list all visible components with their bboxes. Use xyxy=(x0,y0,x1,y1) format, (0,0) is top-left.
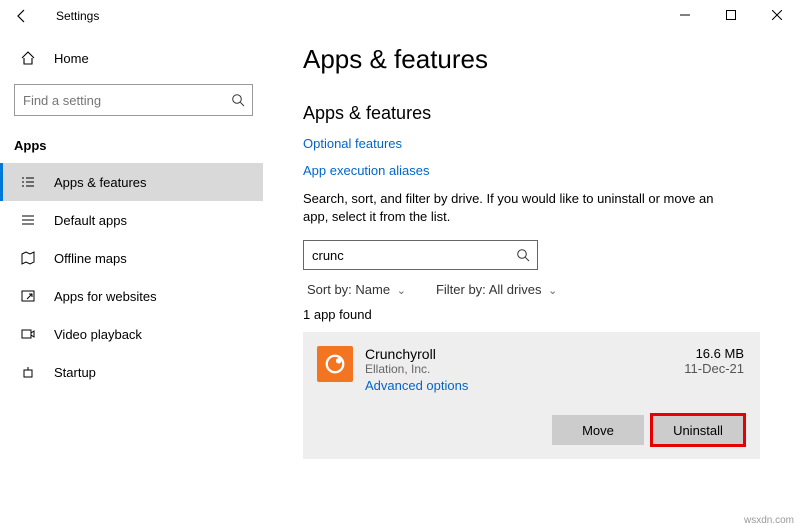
advanced-options-link[interactable]: Advanced options xyxy=(365,378,468,393)
sort-by-dropdown[interactable]: Sort by: Name ⌄ xyxy=(307,282,406,297)
home-label: Home xyxy=(54,51,89,66)
app-publisher: Ellation, Inc. xyxy=(365,362,684,376)
sidebar-item-apps-websites[interactable]: Apps for websites xyxy=(0,277,263,315)
sidebar-item-label: Default apps xyxy=(54,213,127,228)
sort-value: Name xyxy=(355,282,390,297)
minimize-icon xyxy=(680,10,690,20)
sidebar-item-label: Apps for websites xyxy=(54,289,157,304)
sidebar-item-video-playback[interactable]: Video playback xyxy=(0,315,263,353)
window-title: Settings xyxy=(56,9,99,23)
close-button[interactable] xyxy=(754,0,800,30)
sidebar-item-label: Video playback xyxy=(54,327,142,342)
titlebar: Settings xyxy=(0,0,800,32)
startup-icon xyxy=(20,364,36,380)
category-header: Apps xyxy=(0,128,263,163)
app-search[interactable] xyxy=(303,240,538,270)
sort-label: Sort by: xyxy=(307,282,352,297)
optional-features-link[interactable]: Optional features xyxy=(303,136,760,151)
default-apps-icon xyxy=(20,212,36,228)
app-size: 16.6 MB xyxy=(684,346,744,361)
video-playback-icon xyxy=(20,326,36,342)
home-icon xyxy=(20,50,36,66)
uninstall-button[interactable]: Uninstall xyxy=(652,415,744,445)
apps-websites-icon xyxy=(20,288,36,304)
maximize-icon xyxy=(726,10,736,20)
chevron-down-icon: ⌄ xyxy=(548,285,557,297)
description-text: Search, sort, and filter by drive. If yo… xyxy=(303,190,723,226)
app-search-input[interactable] xyxy=(303,240,538,270)
search-icon xyxy=(516,248,530,262)
minimize-button[interactable] xyxy=(662,0,708,30)
sidebar-item-label: Offline maps xyxy=(54,251,127,266)
crunchyroll-icon xyxy=(317,346,353,382)
filter-value: All drives xyxy=(489,282,542,297)
sidebar-nav: Apps & features Default apps Offline map… xyxy=(0,163,263,391)
offline-maps-icon xyxy=(20,250,36,266)
filters-row: Sort by: Name ⌄ Filter by: All drives ⌄ xyxy=(307,282,760,297)
app-execution-aliases-link[interactable]: App execution aliases xyxy=(303,163,760,178)
app-card[interactable]: Crunchyroll Ellation, Inc. Advanced opti… xyxy=(303,332,760,459)
close-icon xyxy=(772,10,782,20)
result-count: 1 app found xyxy=(303,307,760,322)
sidebar: Home Apps Apps & features Default apps O… xyxy=(0,32,275,526)
filter-by-dropdown[interactable]: Filter by: All drives ⌄ xyxy=(436,282,557,297)
app-name: Crunchyroll xyxy=(365,346,684,362)
sidebar-item-default-apps[interactable]: Default apps xyxy=(0,201,263,239)
find-setting-input[interactable] xyxy=(14,84,253,116)
find-setting-search[interactable] xyxy=(14,84,253,116)
sidebar-item-startup[interactable]: Startup xyxy=(0,353,263,391)
arrow-left-icon xyxy=(14,8,30,24)
chevron-down-icon: ⌄ xyxy=(397,285,406,297)
watermark: wsxdn.com xyxy=(744,515,794,526)
sidebar-item-label: Startup xyxy=(54,365,96,380)
maximize-button[interactable] xyxy=(708,0,754,30)
window-controls xyxy=(662,0,800,30)
search-icon xyxy=(231,93,245,107)
main-content: Apps & features Apps & features Optional… xyxy=(275,32,800,526)
sidebar-item-apps-features[interactable]: Apps & features xyxy=(0,163,263,201)
back-button[interactable] xyxy=(8,2,36,30)
move-button[interactable]: Move xyxy=(552,415,644,445)
sidebar-item-offline-maps[interactable]: Offline maps xyxy=(0,239,263,277)
app-date: 11-Dec-21 xyxy=(684,361,744,376)
sidebar-item-home[interactable]: Home xyxy=(0,40,263,76)
section-title: Apps & features xyxy=(303,103,760,124)
page-title: Apps & features xyxy=(303,44,760,75)
apps-features-icon xyxy=(20,174,36,190)
filter-label: Filter by: xyxy=(436,282,486,297)
sidebar-item-label: Apps & features xyxy=(54,175,147,190)
